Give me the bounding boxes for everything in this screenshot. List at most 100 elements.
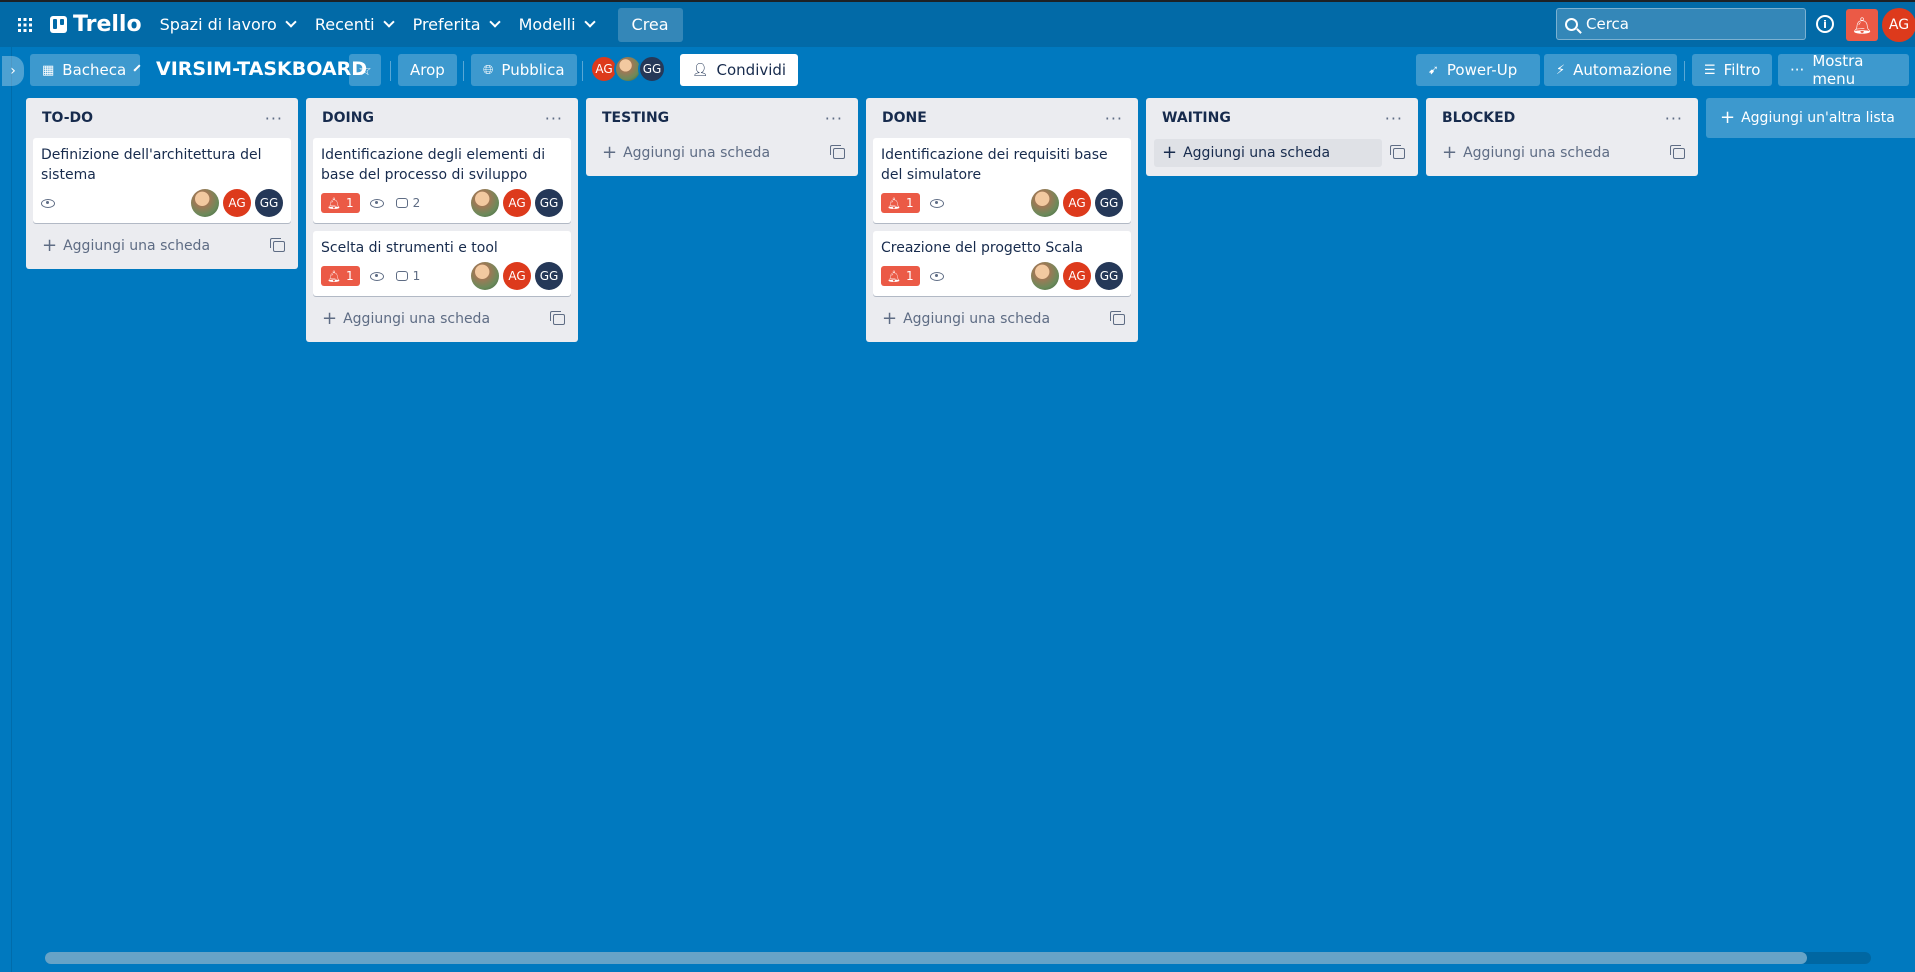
notifications-bell-icon[interactable]: 🔔︎ bbox=[1846, 9, 1878, 41]
watching-badge bbox=[369, 198, 384, 208]
card[interactable]: Identificazione dei requisiti base del s… bbox=[873, 138, 1131, 223]
member-avatar-photo[interactable] bbox=[471, 262, 499, 290]
list-title[interactable]: DONE bbox=[882, 110, 927, 126]
search-input[interactable]: Cerca bbox=[1556, 8, 1806, 40]
member-avatar-photo[interactable] bbox=[1031, 262, 1059, 290]
filter-button[interactable]: ☰ Filtro bbox=[1692, 54, 1772, 86]
member-avatar-gg[interactable]: GG bbox=[535, 189, 563, 217]
card[interactable]: Definizione dell'architettura del sistem… bbox=[33, 138, 291, 223]
member-avatar-photo[interactable] bbox=[1031, 189, 1059, 217]
watching-badge bbox=[369, 271, 384, 281]
add-card-button[interactable]: + Aggiungi una scheda bbox=[1433, 138, 1691, 168]
add-card-button[interactable]: + Aggiungi una scheda bbox=[593, 138, 851, 168]
member-avatar-gg[interactable]: GG bbox=[1095, 189, 1123, 217]
menu-recent[interactable]: Recenti bbox=[305, 8, 403, 42]
menu-templates[interactable]: Modelli bbox=[509, 8, 604, 42]
automation-label: Automazione bbox=[1573, 61, 1672, 79]
add-list-label: Aggiungi un'altra lista bbox=[1741, 110, 1895, 126]
list-menu-icon[interactable]: ··· bbox=[1665, 109, 1683, 128]
filter-label: Filtro bbox=[1723, 61, 1761, 79]
card[interactable]: Creazione del progetto Scala 🔔︎ 1 AG GG bbox=[873, 231, 1131, 296]
app-switcher-icon[interactable] bbox=[8, 8, 42, 42]
board-title[interactable]: VIRSIM-TASKBOARD bbox=[156, 58, 367, 80]
list-menu-icon[interactable]: ··· bbox=[1105, 109, 1123, 128]
card-template-icon[interactable] bbox=[550, 310, 565, 325]
member-avatar-ag[interactable]: AG bbox=[503, 262, 531, 290]
more-dots-icon: ··· bbox=[1790, 61, 1805, 79]
card-badges: 🔔︎ 1 AG GG bbox=[881, 189, 1123, 217]
card-template-icon[interactable] bbox=[830, 144, 845, 159]
menu-starred[interactable]: Preferita bbox=[403, 8, 509, 42]
member-avatar-ag[interactable]: AG bbox=[503, 189, 531, 217]
show-menu-button[interactable]: ··· Mostra menu bbox=[1778, 52, 1909, 88]
member-avatar-gg[interactable]: GG bbox=[255, 189, 283, 217]
trello-logo-icon bbox=[50, 16, 67, 33]
add-card-button[interactable]: + Aggiungi una scheda bbox=[1153, 138, 1411, 168]
powerup-button[interactable]: ➹ Power-Up bbox=[1416, 54, 1540, 86]
card-members: AG GG bbox=[471, 262, 563, 290]
filter-icon: ☰ bbox=[1704, 62, 1716, 78]
list-menu-icon[interactable]: ··· bbox=[825, 109, 843, 128]
plus-icon: + bbox=[322, 308, 338, 329]
bell-icon: 🔔︎ bbox=[887, 196, 901, 210]
list-title[interactable]: BLOCKED bbox=[1442, 110, 1515, 126]
member-avatar-photo[interactable] bbox=[191, 189, 219, 217]
list-title[interactable]: DOING bbox=[322, 110, 374, 126]
top-navigation-bar: Trello Spazi di lavoro Recenti Preferita… bbox=[0, 0, 1915, 47]
list-title[interactable]: TESTING bbox=[602, 110, 669, 126]
visibility-button[interactable]: 🌐︎ Pubblica bbox=[471, 54, 577, 86]
list-menu-icon[interactable]: ··· bbox=[545, 109, 563, 128]
comments-badge: 2 bbox=[395, 196, 420, 210]
add-card-button[interactable]: + Aggiungi una scheda bbox=[33, 231, 291, 261]
divider bbox=[582, 61, 583, 81]
comment-count: 1 bbox=[412, 269, 421, 283]
watching-badge bbox=[929, 271, 944, 281]
card[interactable]: Identificazione degli elementi di base d… bbox=[313, 138, 571, 223]
member-avatar-gg[interactable]: GG bbox=[638, 55, 666, 83]
menu-workspaces[interactable]: Spazi di lavoro bbox=[150, 8, 305, 42]
create-button[interactable]: Crea bbox=[617, 7, 683, 42]
horizontal-scrollbar-thumb[interactable] bbox=[45, 952, 1807, 964]
add-list-button[interactable]: + Aggiungi un'altra lista bbox=[1706, 98, 1915, 138]
star-board-icon[interactable]: ☆ bbox=[349, 54, 381, 86]
add-card-button[interactable]: + Aggiungi una scheda bbox=[313, 304, 571, 334]
member-avatar-photo[interactable] bbox=[471, 189, 499, 217]
info-icon[interactable]: i bbox=[1816, 15, 1834, 33]
list-header: TESTING ··· bbox=[593, 98, 851, 138]
automation-button[interactable]: ⚡︎ Automazione bbox=[1544, 54, 1677, 86]
trello-logo[interactable]: Trello bbox=[42, 8, 150, 42]
chevron-down-icon bbox=[382, 16, 395, 28]
card-title: Scelta di strumenti e tool bbox=[321, 240, 498, 256]
add-card-content: + Aggiungi una scheda bbox=[602, 144, 770, 162]
menu-workspaces-label: Spazi di lavoro bbox=[159, 15, 277, 34]
expand-sidebar-icon[interactable]: › bbox=[2, 56, 24, 86]
card-template-icon[interactable] bbox=[270, 237, 285, 252]
card-template-icon[interactable] bbox=[1670, 144, 1685, 159]
user-avatar[interactable]: AG bbox=[1882, 8, 1915, 42]
card-template-icon[interactable] bbox=[1390, 144, 1405, 159]
eye-icon bbox=[41, 198, 55, 208]
add-card-button[interactable]: + Aggiungi una scheda bbox=[873, 304, 1131, 334]
add-card-label: Aggiungi una scheda bbox=[1183, 145, 1331, 161]
member-avatar-gg[interactable]: GG bbox=[1095, 262, 1123, 290]
comment-icon bbox=[395, 198, 408, 208]
board-view-switcher[interactable]: ▦ Bacheca bbox=[30, 54, 141, 86]
list-blocked: BLOCKED ··· + Aggiungi una scheda bbox=[1426, 98, 1698, 176]
card[interactable]: Scelta di strumenti e tool 🔔︎ 1 1 AG GG bbox=[313, 231, 571, 296]
list-title[interactable]: WAITING bbox=[1162, 110, 1231, 126]
member-avatar-ag[interactable]: AG bbox=[1063, 262, 1091, 290]
add-card-label: Aggiungi una scheda bbox=[343, 311, 491, 327]
card-template-icon[interactable] bbox=[1110, 310, 1125, 325]
member-avatar-gg[interactable]: GG bbox=[535, 262, 563, 290]
share-button[interactable]: 👤︎ Condividi bbox=[680, 54, 799, 86]
list-menu-icon[interactable]: ··· bbox=[265, 109, 283, 128]
due-badge: 🔔︎ 1 bbox=[321, 193, 360, 213]
workspace-button[interactable]: Arop bbox=[398, 54, 457, 86]
list-testing: TESTING ··· + Aggiungi una scheda bbox=[586, 98, 858, 176]
member-avatar-ag[interactable]: AG bbox=[1063, 189, 1091, 217]
list-menu-icon[interactable]: ··· bbox=[1385, 109, 1403, 128]
list-title[interactable]: TO-DO bbox=[42, 110, 93, 126]
plus-icon: + bbox=[1442, 142, 1458, 163]
list-todo: TO-DO ··· Definizione dell'architettura … bbox=[26, 98, 298, 269]
member-avatar-ag[interactable]: AG bbox=[223, 189, 251, 217]
